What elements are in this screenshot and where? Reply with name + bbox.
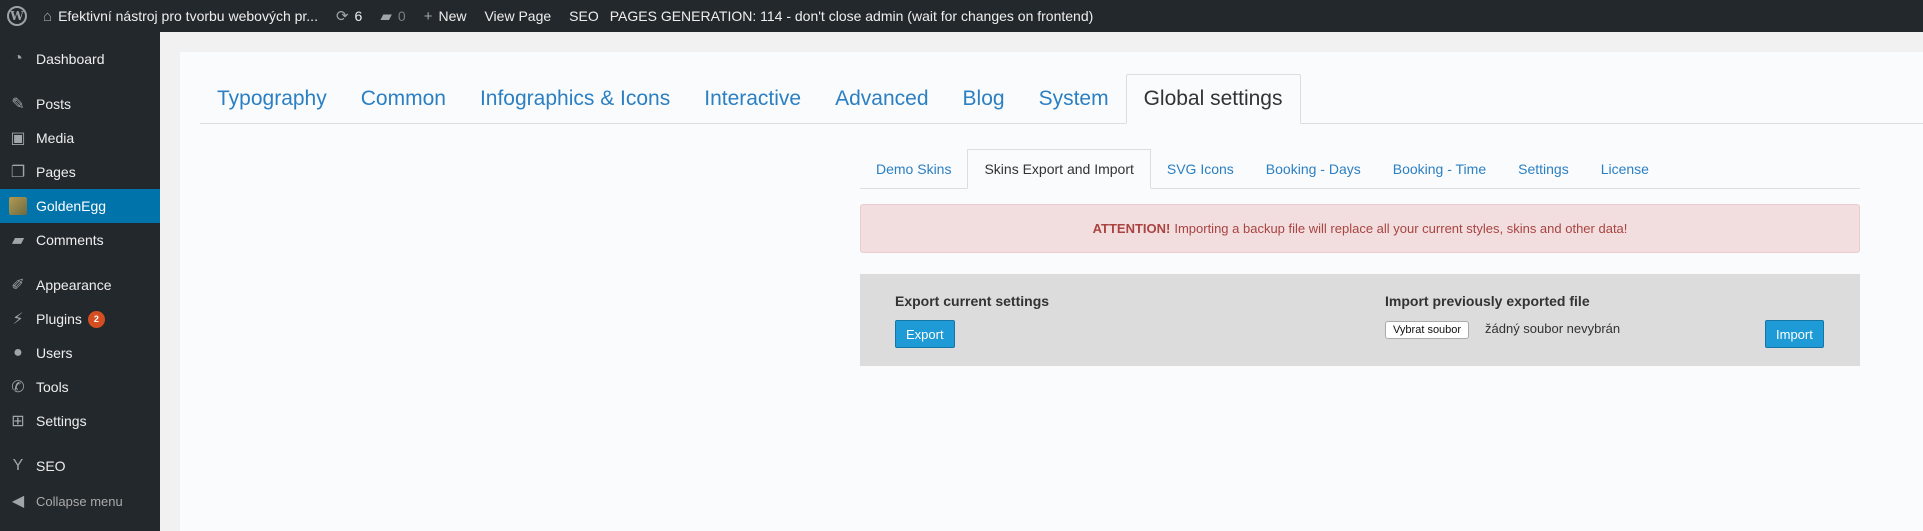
refresh-icon: ⟳ [335,8,349,25]
sidebar-item-dashboard[interactable]: ◔ Dashboard [0,42,160,76]
wrench-icon: ✆ [11,379,25,396]
new-content-link[interactable]: + New [415,0,476,32]
collapse-icon: ◀ [11,493,25,510]
sidebar-item-label: Dashboard [36,51,105,67]
sidebar-item-label: GoldenEgg [36,198,107,214]
plugins-update-badge: 2 [87,310,105,328]
dashboard-icon: ◔ [13,50,23,67]
view-page-link[interactable]: View Page [475,0,560,32]
wordpress-logo-icon[interactable]: W [0,0,34,32]
main-tab-bar: Typography Common Infographics & Icons I… [200,74,1923,124]
sidebar-item-pages[interactable]: ❐ Pages [0,155,160,189]
home-icon: ⌂ [43,7,53,25]
settings-icon: ⊞ [11,413,25,430]
sidebar-item-media[interactable]: ▣ Media [0,121,160,155]
sidebar-item-settings[interactable]: ⊞ Settings [0,404,160,438]
tab-global-settings[interactable]: Global settings [1125,74,1301,124]
content-area: Typography Common Infographics & Icons I… [180,52,1923,531]
sidebar-item-plugins[interactable]: ⚡ Plugins 2 [0,302,160,336]
sidebar-item-users[interactable]: ● Users [0,336,160,370]
subtab-booking-time[interactable]: Booking - Time [1377,150,1502,188]
new-label: New [438,8,467,24]
sidebar-item-label: Pages [36,164,76,180]
pages-icon: ❐ [10,164,26,181]
site-title: Efektivní nástroj pro tvorbu webových pr… [58,8,318,24]
sidebar-item-comments[interactable]: ▰ Comments [0,223,160,257]
yoast-icon: Y [12,457,24,474]
attention-alert: ATTENTION! Importing a backup file will … [860,204,1860,253]
sidebar-item-label: Comments [36,232,104,248]
sidebar-item-label: Users [36,345,73,361]
export-button[interactable]: Export [895,320,955,348]
sidebar-item-label: Settings [36,413,87,429]
brush-icon: ✐ [11,277,25,294]
sidebar-item-label: Media [36,130,75,146]
comments-count: 0 [397,8,406,24]
subtab-svg-icons[interactable]: SVG Icons [1151,150,1250,188]
alert-text: Importing a backup file will replace all… [1174,221,1628,236]
file-status-text: žádný soubor nevybrán [1485,321,1621,336]
sidebar-item-label: Posts [36,96,72,112]
choose-file-button[interactable]: Vybrat soubor [1385,321,1470,339]
sidebar-item-label: Tools [36,379,69,395]
sidebar-item-label: SEO [36,458,66,474]
media-icon: ▣ [10,130,26,147]
goldenegg-icon [0,197,36,215]
export-import-panel: Export current settings Export Import pr… [860,274,1860,366]
sub-tab-bar: Demo Skins Skins Export and Import SVG I… [860,149,1860,189]
plugin-icon: ⚡ [12,311,24,328]
subtab-demo-skins[interactable]: Demo Skins [860,150,967,188]
tab-infographics-icons[interactable]: Infographics & Icons [463,75,687,123]
sidebar-item-label: Collapse menu [36,493,123,509]
collapse-menu-button[interactable]: ◀ Collapse menu [0,484,160,518]
seo-link[interactable]: SEO [560,0,608,32]
updates-count: 6 [354,8,363,24]
sidebar-item-appearance[interactable]: ✐ Appearance [0,268,160,302]
comment-icon: ▰ [380,8,392,25]
tab-interactive[interactable]: Interactive [687,75,818,123]
comment-icon: ▰ [11,232,25,249]
sidebar-item-posts[interactable]: ✎ Posts [0,87,160,121]
subtab-skins-export-import[interactable]: Skins Export and Import [967,149,1151,189]
generation-notice: PAGES GENERATION: 114 - don't close admi… [609,8,1094,24]
sidebar-item-label: Plugins [36,311,82,327]
subtab-settings[interactable]: Settings [1502,150,1585,188]
import-title: Import previously exported file [1385,293,1590,309]
site-name-link[interactable]: ⌂ Efektivní nástroj pro tvorbu webových … [34,0,327,32]
user-icon: ● [13,344,23,361]
sidebar-item-tools[interactable]: ✆ Tools [0,370,160,404]
tab-blog[interactable]: Blog [946,75,1022,123]
sidebar-item-seo[interactable]: Y SEO [0,449,160,483]
subtab-booking-days[interactable]: Booking - Days [1250,150,1377,188]
updates-link[interactable]: ⟳ 6 [327,0,371,32]
sidebar-item-goldenegg[interactable]: GoldenEgg [0,189,160,223]
plus-icon: + [423,7,433,25]
export-title: Export current settings [895,293,1050,309]
subtab-license[interactable]: License [1585,150,1665,188]
tab-advanced[interactable]: Advanced [818,75,945,123]
tab-common[interactable]: Common [344,75,463,123]
admin-bar: W ⌂ Efektivní nástroj pro tvorbu webovýc… [0,0,1923,32]
alert-strong: ATTENTION! [1092,221,1171,236]
pin-icon: ✎ [11,96,25,113]
admin-sidebar: ◔ Dashboard ✎ Posts ▣ Media ❐ Pages Gold… [0,32,160,531]
tab-typography[interactable]: Typography [200,75,344,123]
tab-system[interactable]: System [1022,75,1126,123]
import-button[interactable]: Import [1765,320,1824,348]
sidebar-item-label: Appearance [36,277,112,293]
comments-link[interactable]: ▰ 0 [371,0,414,32]
